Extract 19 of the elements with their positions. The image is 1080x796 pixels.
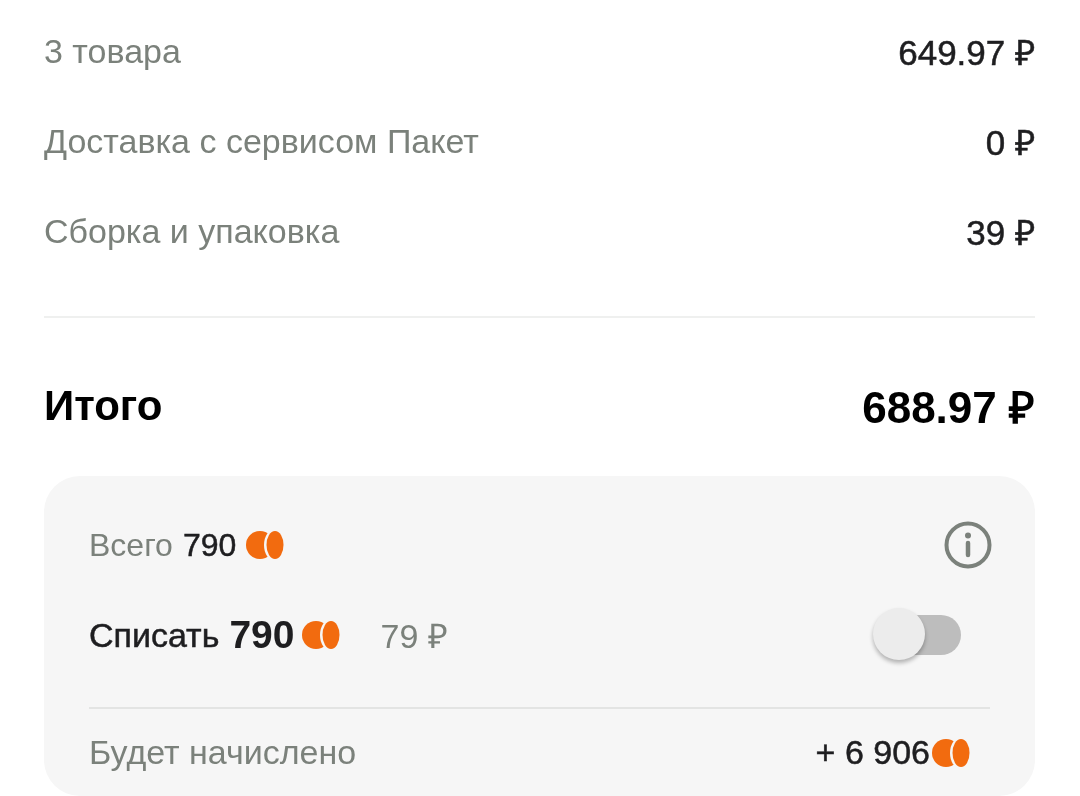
accrual-amount: + 6 906 (815, 733, 930, 772)
coin-icon (932, 737, 970, 768)
rub-equivalent: 79 ₽ (380, 616, 448, 657)
bonus-balance-label: Всего (89, 526, 173, 564)
write-off-label: Списать (89, 615, 220, 655)
bonus-balance-amount: 790 (182, 526, 237, 564)
line-item-price: 649.97 ₽ (898, 31, 1035, 74)
coin-icon (302, 620, 341, 650)
line-item-label: 3 товара (44, 31, 181, 71)
coin-icon (246, 530, 285, 560)
line-item-price: 0 ₽ (985, 121, 1035, 164)
line-item-price: 39 ₽ (966, 211, 1035, 254)
total-label: Итого (44, 382, 163, 430)
write-off-amount: 790 (229, 613, 295, 657)
accrual-label: Будет начислено (89, 733, 357, 772)
total-price: 688.97 ₽ (862, 382, 1035, 434)
line-item-label: Сборка и упаковка (44, 211, 340, 251)
line-item-label: Доставка с сервисом Пакет (44, 121, 479, 161)
info-icon[interactable] (944, 521, 992, 569)
